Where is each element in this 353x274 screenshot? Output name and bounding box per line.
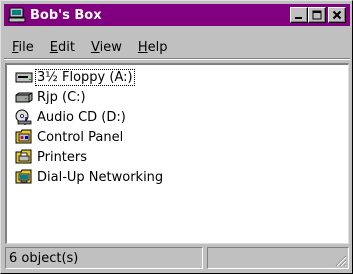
item-label: Dial-Up Networking [37, 169, 164, 185]
item-label: Rjp (C:) [37, 89, 86, 105]
resize-grip-icon[interactable] [334, 254, 347, 267]
list-item-audio-cd[interactable]: Audio CD (D:) [15, 107, 127, 127]
menu-help[interactable]: Help [130, 40, 176, 55]
minimize-button[interactable] [290, 7, 308, 23]
menu-bar: File Edit View Help [4, 37, 350, 57]
menu-edit[interactable]: Edit [42, 40, 83, 55]
item-label: Audio CD (D:) [37, 109, 126, 125]
list-item-floppy[interactable]: 3½ Floppy (A:) [15, 67, 135, 87]
list-item-printers[interactable]: Printers [15, 147, 88, 167]
list-item-dial-up[interactable]: Dial-Up Networking [15, 167, 164, 187]
item-label: Printers [37, 149, 88, 165]
minimize-icon [295, 17, 302, 19]
close-button[interactable] [328, 7, 346, 23]
close-icon [332, 10, 342, 20]
floppy-drive-icon [15, 72, 33, 83]
maximize-button[interactable] [308, 7, 326, 23]
printers-icon [15, 149, 32, 164]
menu-file[interactable]: File [4, 40, 42, 55]
title-bar[interactable]: Bob's Box [4, 4, 350, 26]
maximize-icon [312, 10, 322, 20]
computer-icon [8, 7, 26, 23]
status-count: 6 object(s) [5, 247, 203, 269]
cd-drive-icon [15, 109, 32, 125]
status-panel [207, 247, 349, 269]
item-label: Control Panel [37, 129, 124, 145]
list-item-control-panel[interactable]: Control Panel [15, 127, 124, 147]
item-label: 3½ Floppy (A:) [35, 68, 135, 86]
explorer-window: Bob's Box File Edit View Help 3½ Floppy … [0, 0, 353, 274]
status-bar: 6 object(s) [5, 247, 349, 271]
menu-separator [4, 58, 350, 60]
hard-drive-icon [15, 92, 33, 103]
control-panel-icon [15, 129, 32, 144]
dial-up-networking-icon [15, 169, 32, 184]
window-title: Bob's Box [30, 7, 102, 23]
menu-view[interactable]: View [83, 40, 130, 55]
list-item-hard-drive[interactable]: Rjp (C:) [15, 87, 87, 107]
file-list[interactable]: 3½ Floppy (A:) Rjp (C:) Audio CD (D:) Co… [5, 63, 349, 244]
